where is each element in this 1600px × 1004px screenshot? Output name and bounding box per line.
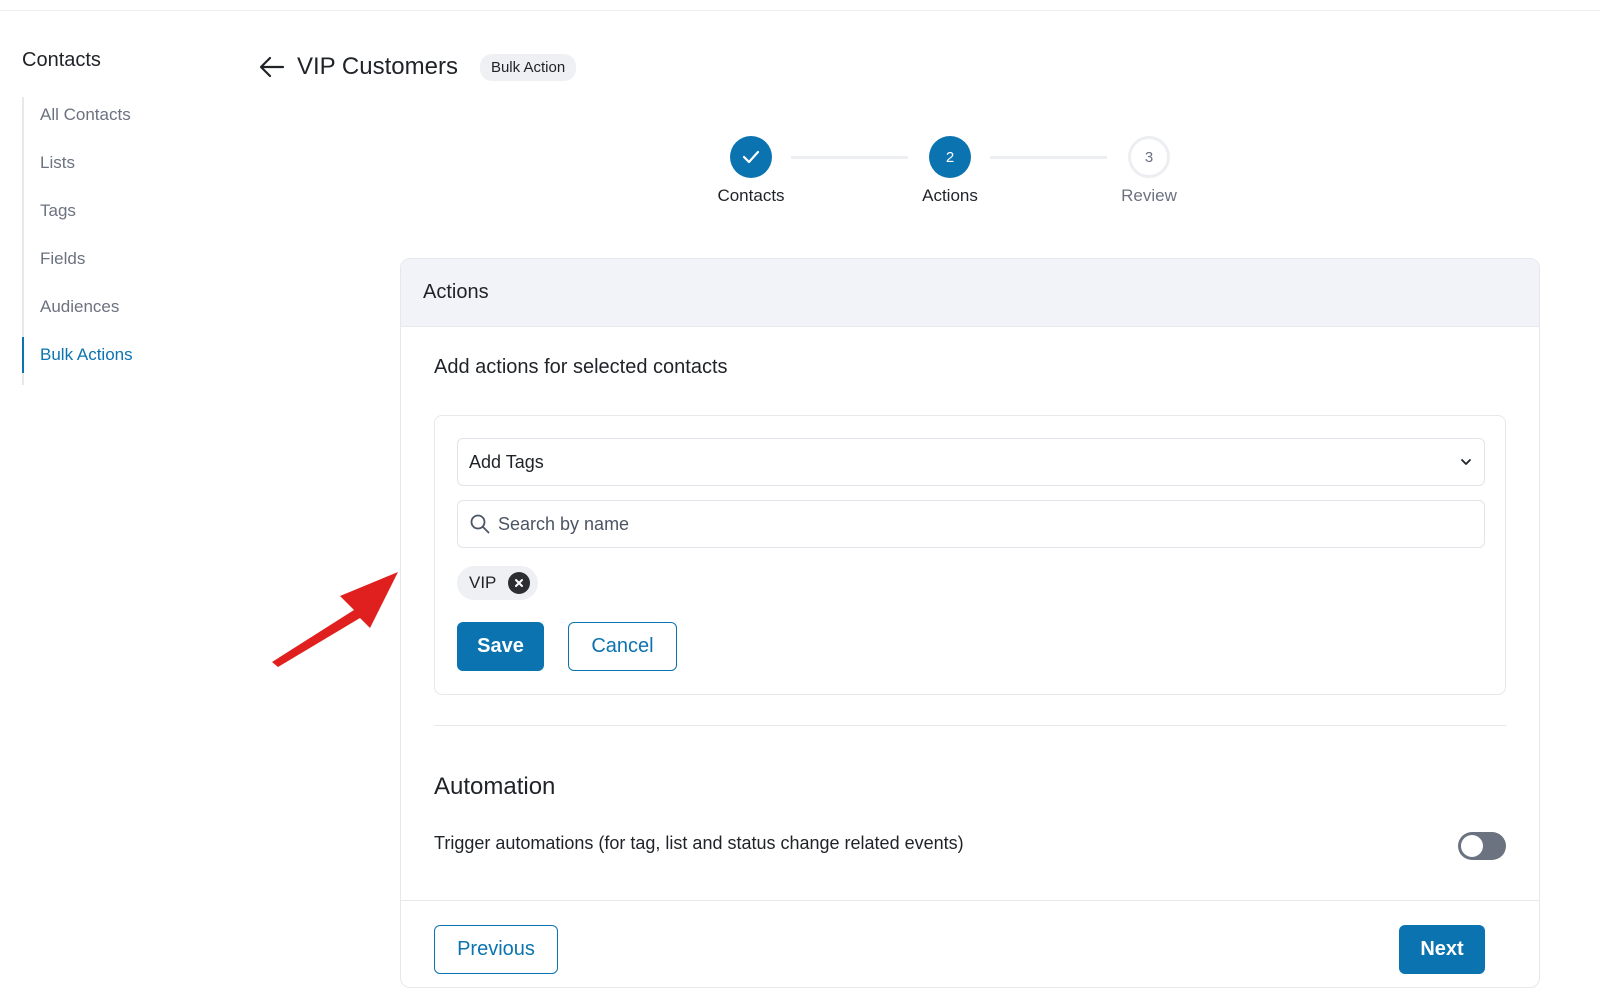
action-editor: Add Tags VIP Save Cancel: [434, 415, 1506, 695]
tag-search-input[interactable]: [498, 513, 1458, 535]
step-review[interactable]: 3 Review: [1089, 136, 1209, 206]
action-type-value: Add Tags: [469, 451, 544, 472]
sidebar-item-fields[interactable]: Fields: [24, 241, 212, 289]
step-circle: 3: [1128, 136, 1170, 178]
actions-card: Actions Add actions for selected contact…: [400, 258, 1540, 988]
section-subtitle: Add actions for selected contacts: [434, 356, 728, 378]
toggle-knob: [1461, 835, 1483, 857]
cancel-button[interactable]: Cancel: [568, 622, 677, 671]
next-button[interactable]: Next: [1399, 925, 1485, 974]
step-contacts[interactable]: Contacts: [691, 136, 811, 206]
sidebar-item-lists[interactable]: Lists: [24, 145, 212, 193]
section-divider: [434, 725, 1506, 726]
card-header: Actions: [401, 259, 1539, 327]
action-type-select[interactable]: Add Tags: [457, 438, 1485, 486]
arrow-left-icon: [259, 56, 285, 78]
page-header: VIP Customers Bulk Action: [257, 50, 577, 84]
sidebar-item-audiences[interactable]: Audiences: [24, 289, 212, 337]
page-title: VIP Customers: [297, 53, 458, 80]
tag-chip-vip: VIP: [457, 566, 539, 600]
chevron-down-icon: [1461, 459, 1471, 465]
tag-search-field: [457, 500, 1485, 548]
step-circle: 2: [929, 136, 971, 178]
step-circle: [730, 136, 772, 178]
step-actions[interactable]: 2 Actions: [890, 136, 1010, 206]
close-circle-icon[interactable]: [508, 572, 531, 594]
sidebar-item-bulk-actions[interactable]: Bulk Actions: [22, 337, 212, 385]
sidebar-nav: All Contacts Lists Tags Fields Audiences…: [22, 97, 212, 385]
automation-toggle[interactable]: [1458, 832, 1506, 860]
sidebar: Contacts All Contacts Lists Tags Fields …: [22, 46, 222, 385]
sidebar-item-tags[interactable]: Tags: [24, 193, 212, 241]
top-divider: [0, 10, 1600, 11]
previous-button[interactable]: Previous: [434, 925, 558, 974]
check-icon: [742, 150, 760, 164]
automation-title: Automation: [434, 773, 556, 800]
tag-chip-label: VIP: [469, 573, 497, 592]
sidebar-title: Contacts: [22, 49, 101, 71]
automation-description: Trigger automations (for tag, list and s…: [434, 833, 964, 853]
save-button[interactable]: Save: [457, 622, 544, 671]
annotation-arrow-icon: [272, 572, 398, 667]
step-label: Review: [1121, 186, 1177, 205]
sidebar-item-all-contacts[interactable]: All Contacts: [24, 97, 212, 145]
footer-divider: [401, 900, 1539, 901]
step-label: Actions: [922, 186, 978, 205]
stepper: Contacts 2 Actions 3 Review: [700, 136, 1220, 216]
search-icon: [470, 514, 490, 534]
status-badge: Bulk Action: [479, 53, 577, 81]
back-button[interactable]: [257, 52, 287, 82]
step-label: Contacts: [717, 186, 785, 205]
